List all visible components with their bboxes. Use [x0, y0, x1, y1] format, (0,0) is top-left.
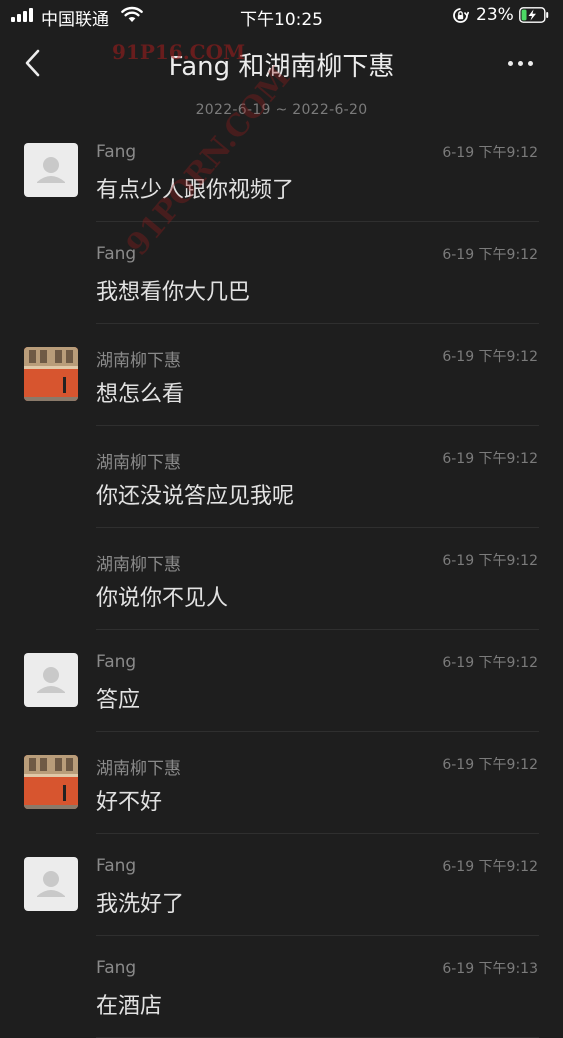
message-text: 在酒店: [96, 994, 163, 1019]
message-time: 6-19 下午9:12: [442, 247, 538, 263]
message-sender: 湖南柳下惠: [96, 351, 181, 371]
message-text: 想怎么看: [96, 382, 185, 407]
message-sender: Fang: [96, 958, 137, 978]
rotation-lock-icon: [453, 8, 469, 23]
message-text: 你说你不见人: [96, 586, 229, 611]
battery-percent: 23%: [476, 5, 514, 25]
message-row[interactable]: 湖南柳下惠 6-19 下午9:12 好不好: [0, 732, 563, 834]
chat-header: Fang 和湖南柳下惠: [0, 32, 563, 94]
message-time: 6-19 下午9:12: [442, 757, 538, 773]
default-avatar-icon: [37, 667, 65, 693]
message-row[interactable]: Fang 6-19 下午9:12 有点少人跟你视频了: [0, 120, 563, 222]
message-time: 6-19 下午9:12: [442, 349, 538, 365]
message-time: 6-19 下午9:12: [442, 553, 538, 569]
message-text: 答应: [96, 688, 141, 713]
message-sender: Fang: [96, 244, 137, 264]
message-sender: Fang: [96, 652, 137, 672]
avatar[interactable]: [24, 857, 78, 911]
message-time: 6-19 下午9:12: [442, 859, 538, 875]
default-avatar-icon: [37, 157, 65, 183]
message-row[interactable]: Fang 6-19 下午9:13 在酒店: [0, 936, 563, 1038]
message-list: Fang 6-19 下午9:12 有点少人跟你视频了 Fang 6-19 下午9:12 我…: [0, 120, 563, 1038]
status-bar: 中国联通 下午10:25 23%: [0, 0, 563, 32]
message-row[interactable]: 湖南柳下惠 6-19 下午9:12 你说你不见人: [0, 528, 563, 630]
photo-avatar-image: [24, 755, 78, 809]
chat-title: Fang 和湖南柳下惠: [168, 52, 395, 82]
message-text: 我洗好了: [96, 892, 185, 917]
message-time: 6-19 下午9:12: [442, 655, 538, 671]
more-dots-icon[interactable]: [500, 48, 542, 78]
message-row[interactable]: Fang 6-19 下午9:12 答应: [0, 630, 563, 732]
message-time: 6-19 下午9:12: [442, 451, 538, 467]
message-sender: 湖南柳下惠: [96, 453, 181, 473]
date-range: 2022-6-19 ~ 2022-6-20: [195, 102, 368, 118]
message-text: 有点少人跟你视频了: [96, 178, 295, 203]
message-row[interactable]: Fang 6-19 下午9:12 我想看你大几巴: [0, 222, 563, 324]
message-time: 6-19 下午9:13: [442, 961, 538, 977]
photo-avatar-image: [24, 347, 78, 401]
message-text: 好不好: [96, 790, 163, 815]
message-text: 你还没说答应见我呢: [96, 484, 295, 509]
avatar[interactable]: [24, 143, 78, 197]
avatar[interactable]: [24, 755, 78, 809]
message-row[interactable]: 湖南柳下惠 6-19 下午9:12 想怎么看: [0, 324, 563, 426]
message-sender: 湖南柳下惠: [96, 759, 181, 779]
message-text: 我想看你大几巴: [96, 280, 251, 305]
message-sender: Fang: [96, 856, 137, 876]
avatar[interactable]: [24, 653, 78, 707]
message-row[interactable]: Fang 6-19 下午9:12 我洗好了: [0, 834, 563, 936]
avatar[interactable]: [24, 347, 78, 401]
message-time: 6-19 下午9:12: [442, 145, 538, 161]
message-sender: Fang: [96, 142, 137, 162]
battery-charging-icon: [519, 7, 549, 23]
message-row[interactable]: 湖南柳下惠 6-19 下午9:12 你还没说答应见我呢: [0, 426, 563, 528]
chevron-left-icon[interactable]: [16, 46, 50, 80]
default-avatar-icon: [37, 871, 65, 897]
message-sender: 湖南柳下惠: [96, 555, 181, 575]
